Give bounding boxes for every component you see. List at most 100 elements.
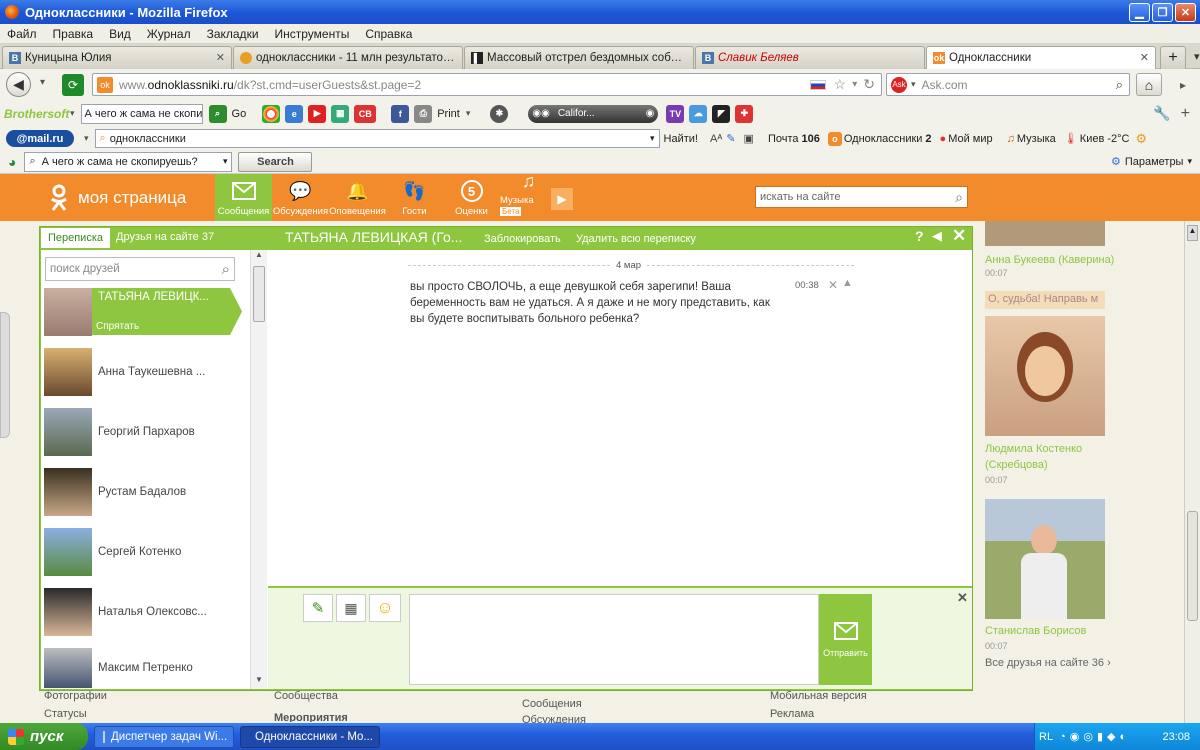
minimize-button[interactable]: ▁ — [1129, 2, 1150, 22]
music-link[interactable]: Музыка — [1017, 133, 1056, 145]
bookmark-star-icon[interactable]: ☆ — [834, 76, 847, 93]
menu-tools[interactable]: Инструменты — [275, 27, 350, 41]
volume-tray-icon[interactable]: ▮ — [1097, 730, 1103, 743]
reload-icon[interactable]: ↻ — [863, 76, 875, 93]
chat-contact-name[interactable]: ТАТЬЯНА ЛЕВИЦКАЯ (Го... — [285, 229, 462, 245]
volume-icon[interactable]: ◉ — [646, 108, 655, 119]
font-size-icon[interactable]: Aᴬ — [710, 133, 722, 145]
footer-link-events[interactable]: Мероприятия — [274, 712, 348, 722]
search-icon[interactable]: ⌕ — [222, 261, 230, 278]
mailru-menu-icon[interactable]: ▾ — [84, 133, 89, 144]
play-icon[interactable]: ◉◉ — [532, 108, 549, 119]
mail-link[interactable]: Почта — [768, 133, 799, 145]
new-tab-button[interactable]: + — [1160, 45, 1186, 69]
go-button[interactable]: Go — [232, 108, 247, 120]
taskbar-firefox[interactable]: Одноклассники - Mo... — [240, 726, 380, 748]
scroll-up-icon[interactable]: ▲ — [1187, 225, 1198, 241]
tab-list-chevron-icon[interactable]: ▾ — [1194, 50, 1200, 63]
menu-help[interactable]: Справка — [365, 27, 412, 41]
friends-scroll-thumb[interactable] — [253, 266, 265, 322]
footer-link-photos[interactable]: Фотографии — [44, 690, 107, 702]
antivirus-tray-icon[interactable]: ◆ — [1107, 730, 1115, 743]
friend-item-tatyana[interactable]: ТАТЬЯНА ЛЕВИЦК... — [44, 288, 244, 336]
friend-item-georgiy[interactable]: Георгий Пархаров — [44, 408, 244, 456]
search-icon[interactable]: ⌕ — [955, 189, 963, 206]
menu-view[interactable]: Вид — [109, 27, 131, 41]
nav-ratings[interactable]: 5 Оценки — [443, 174, 500, 221]
friend-item-sergey[interactable]: Сергей Котенко — [44, 528, 244, 576]
wrench-icon[interactable]: 🔧 — [1153, 105, 1170, 122]
menu-file[interactable]: Файл — [7, 27, 37, 41]
tab-news[interactable]: ▌ Массовый отстрел бездомных собак в... — [464, 45, 694, 69]
address-bar[interactable]: ok www. odnoklassniki.ru /dk?st.cmd=user… — [92, 73, 882, 96]
radio-player[interactable]: ◉◉ Califor... ◉ — [528, 104, 659, 123]
delete-message-icon[interactable]: ✕ — [828, 278, 838, 292]
sound-icon[interactable]: ◀ — [932, 228, 942, 244]
globe-icon[interactable]: ◕ — [8, 154, 16, 170]
close-window-button[interactable]: ✕ — [1175, 2, 1196, 22]
screenshot-icon[interactable]: ▣ — [744, 132, 754, 145]
network-icon[interactable]: ✱ — [490, 104, 509, 123]
home-page-icon[interactable]: ⟳ — [62, 74, 84, 96]
tv-icon[interactable]: TV — [666, 104, 685, 123]
calculator-icon[interactable]: ▦ — [331, 104, 350, 123]
nav-discussions[interactable]: 💬 Обсуждения — [272, 174, 329, 221]
close-compose-icon[interactable]: ✕ — [957, 590, 968, 606]
back-button[interactable]: ◀ — [6, 72, 31, 97]
tab-kunitsyna[interactable]: В Куницына Юлия ✕ — [2, 45, 232, 69]
footer-link-statuses[interactable]: Статусы — [44, 708, 87, 720]
weather-link[interactable]: Киев -2°C — [1080, 133, 1130, 145]
my-page-link[interactable]: моя страница — [78, 188, 186, 208]
my-world-link[interactable]: Мой мир — [948, 133, 992, 145]
params-link[interactable]: Параметры — [1125, 156, 1184, 168]
cb-icon[interactable]: CB — [354, 104, 377, 123]
left-edge-handle[interactable] — [0, 312, 10, 438]
highlighter-icon[interactable]: ✎ — [726, 132, 735, 145]
addon-icon[interactable]: ▸ — [1170, 73, 1196, 96]
skype-tray-icon[interactable]: ◉ — [1070, 730, 1080, 743]
search-icon[interactable]: ⌕ — [208, 104, 227, 123]
friends-scrollbar[interactable]: ▲ ▼ — [250, 250, 267, 689]
attach-photo-icon[interactable]: ▦ — [336, 594, 366, 622]
dropdown-icon[interactable]: ▾ — [223, 156, 228, 167]
messenger-tray-icon[interactable]: ◎ — [1083, 730, 1093, 743]
mailru-search-input[interactable]: ⌕ одноклассники ▾ — [94, 129, 660, 148]
chrome-icon[interactable] — [262, 104, 281, 123]
tab-slavik[interactable]: В Славик Беляев — [695, 45, 925, 69]
block-link[interactable]: Заблокировать — [484, 233, 561, 245]
find-button[interactable]: Найти! — [664, 133, 698, 145]
nav-messages[interactable]: Сообщения — [215, 174, 272, 221]
help-icon[interactable]: ? — [915, 228, 924, 244]
friend-name[interactable]: Анна Букеева (Каверина) — [985, 254, 1114, 266]
friend-item-anna[interactable]: Анна Таукешевна ... — [44, 348, 244, 396]
send-button[interactable]: Отправить — [819, 594, 872, 685]
search-icon[interactable]: ⌕ — [1116, 77, 1123, 93]
add-icon[interactable]: + — [1181, 105, 1190, 123]
page-scroll-thumb[interactable] — [1187, 511, 1198, 621]
footer-link-communities[interactable]: Сообщества — [274, 690, 338, 702]
url-dropdown-icon[interactable]: ▾ — [852, 79, 857, 90]
mailru-logo[interactable]: @mail.ru — [6, 130, 74, 147]
home-button[interactable]: ⌂ — [1136, 73, 1162, 96]
close-chat-icon[interactable]: ✕ — [952, 226, 966, 246]
facebook-icon[interactable]: f — [391, 104, 410, 123]
brothersoft-menu-icon[interactable]: ▾ — [70, 108, 75, 119]
dropdown-icon[interactable]: ▾ — [650, 133, 655, 144]
tab-close-icon[interactable]: ✕ — [216, 51, 225, 64]
bookmark-tool-icon[interactable]: ◤ — [712, 104, 731, 123]
menu-history[interactable]: Журнал — [147, 27, 191, 41]
scroll-up-icon[interactable]: ▲ — [251, 250, 267, 264]
network-tray-icon[interactable]: ◔ — [1059, 731, 1066, 743]
engine-dropdown-icon[interactable]: ▾ — [911, 79, 916, 90]
friend-name[interactable]: Людмила Костенко — [985, 443, 1082, 455]
nav-music[interactable]: ♫ Музыка Бета — [500, 171, 557, 221]
language-indicator[interactable]: RL — [1039, 731, 1053, 743]
friend-name[interactable]: Станислав Борисов — [985, 625, 1086, 637]
friend-status[interactable]: О, судьба! Направь м — [985, 291, 1105, 309]
friend-photo[interactable] — [985, 221, 1105, 246]
ie-icon[interactable]: e — [285, 104, 304, 123]
history-dropdown-icon[interactable]: ▾ — [40, 77, 45, 88]
delete-conversation-link[interactable]: Удалить всю переписку — [576, 233, 696, 245]
update-tray-icon[interactable]: ◐ — [1119, 731, 1126, 743]
all-online-friends-link[interactable]: Все друзья на сайте 36 › — [985, 657, 1111, 669]
